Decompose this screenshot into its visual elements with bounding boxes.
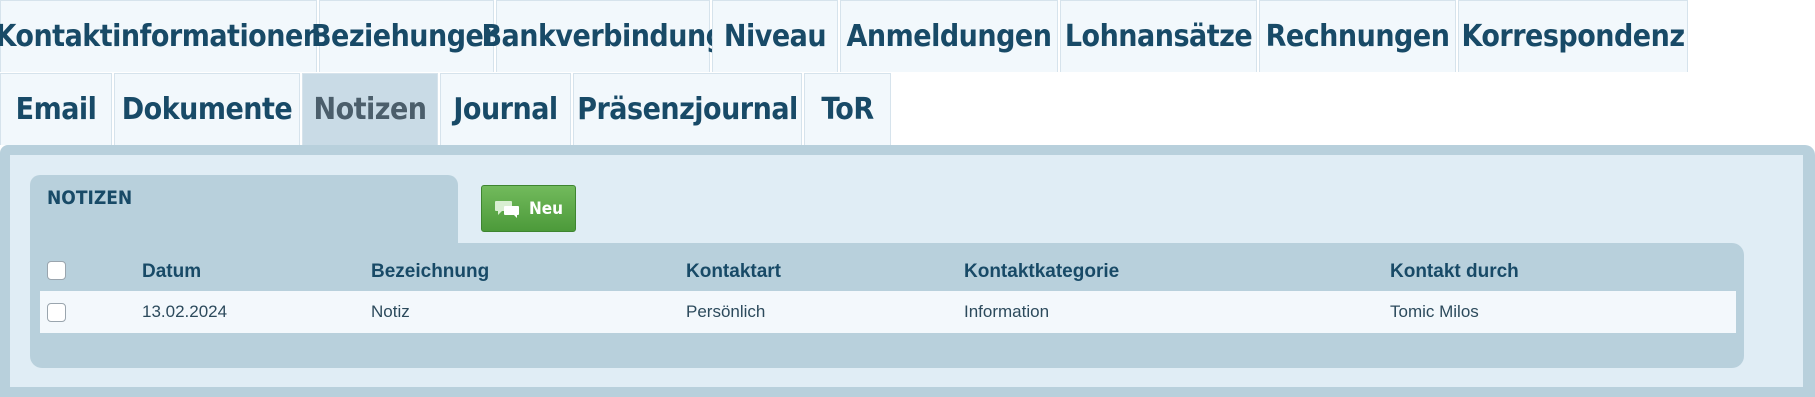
- tab-korrespondenz[interactable]: Korrespondenz: [1458, 0, 1688, 72]
- tab-bar-row-2: Email Dokumente Notizen Journal Präsenzj…: [0, 73, 893, 145]
- table-header-row: Datum Bezeichnung Kontaktart Kontaktkate…: [40, 249, 1736, 291]
- notes-panel: NOTIZEN Neu Datum Bezeichnung Kontaktart…: [0, 145, 1815, 397]
- notes-panel-content: NOTIZEN Neu Datum Bezeichnung Kontaktart…: [10, 155, 1803, 387]
- row-checkbox[interactable]: [47, 303, 66, 322]
- cell-contact-type: Persönlich: [686, 302, 766, 321]
- select-all-checkbox[interactable]: [47, 261, 66, 280]
- tab-lohnansaetze[interactable]: Lohnansätze: [1060, 0, 1257, 72]
- new-button-label: Neu: [528, 198, 564, 219]
- tab-bar-row-1: Kontaktinformationen Beziehungen Bankver…: [0, 0, 1690, 72]
- tab-kontaktinformationen[interactable]: Kontaktinformationen: [0, 0, 322, 72]
- notes-table: Datum Bezeichnung Kontaktart Kontaktkate…: [30, 243, 1744, 368]
- cell-title: Notiz: [371, 302, 410, 321]
- column-header-datum[interactable]: Datum: [142, 249, 201, 291]
- tab-niveau[interactable]: Niveau: [712, 0, 838, 72]
- cell-category: Information: [964, 302, 1050, 321]
- column-header-kontaktart[interactable]: Kontaktart: [686, 249, 781, 291]
- table-row[interactable]: 13.02.2024 Notiz Persönlich Information …: [40, 291, 1736, 333]
- tab-email[interactable]: Email: [0, 73, 112, 145]
- tab-bankverbindung[interactable]: Bankverbindung: [481, 0, 725, 72]
- tab-journal[interactable]: Journal: [440, 73, 571, 145]
- cell-contact-by: Tomic Milos: [1390, 302, 1479, 321]
- tab-dokumente[interactable]: Dokumente: [114, 73, 300, 145]
- tab-praesenzjournal[interactable]: Präsenzjournal: [573, 73, 802, 145]
- tab-beziehungen[interactable]: Beziehungen: [311, 0, 503, 72]
- cell-date: 13.02.2024: [142, 302, 228, 321]
- tab-rechnungen[interactable]: Rechnungen: [1259, 0, 1456, 72]
- column-header-kontaktkategorie[interactable]: Kontaktkategorie: [964, 249, 1119, 291]
- column-header-kontakt-durch[interactable]: Kontakt durch: [1390, 249, 1519, 291]
- comments-icon: [494, 199, 521, 219]
- tab-notizen[interactable]: Notizen: [302, 73, 438, 145]
- column-header-bezeichnung[interactable]: Bezeichnung: [371, 249, 489, 291]
- new-note-button[interactable]: Neu: [481, 185, 576, 232]
- tab-anmeldungen[interactable]: Anmeldungen: [840, 0, 1058, 72]
- section-header: NOTIZEN: [30, 175, 458, 245]
- tab-tor[interactable]: ToR: [804, 73, 891, 145]
- section-title: NOTIZEN: [47, 187, 133, 209]
